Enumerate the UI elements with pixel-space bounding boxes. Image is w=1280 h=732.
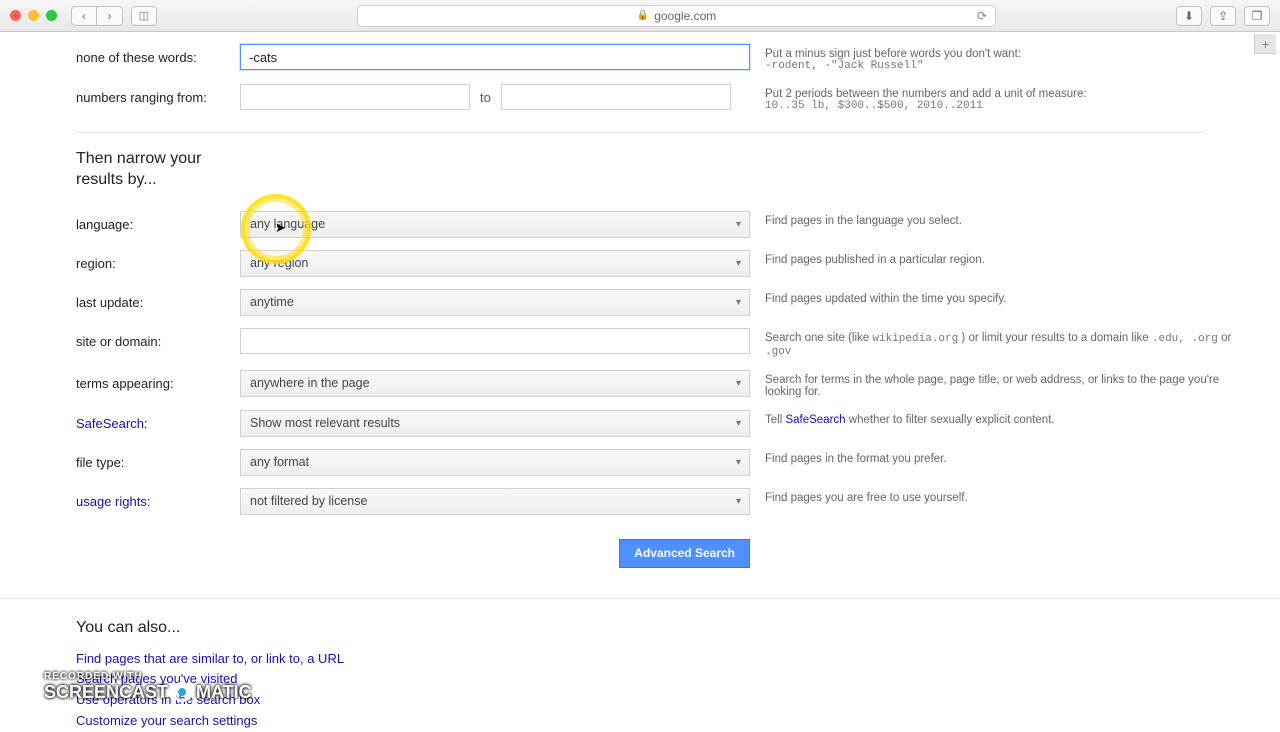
filetype-hint: Find pages in the format you prefer. [750, 449, 1280, 465]
safesearch-select[interactable]: Show most relevant results [240, 410, 750, 437]
share-button[interactable]: ⇪ [1210, 6, 1236, 26]
footer-title: You can also... [0, 598, 1280, 649]
region-select[interactable]: any region [240, 250, 750, 277]
chevron-right-icon: › [108, 9, 112, 23]
sidebar-toggle-button[interactable]: ◫ [131, 6, 157, 26]
language-hint: Find pages in the language you select. [750, 211, 1280, 227]
divider [76, 132, 1204, 133]
terms-hint: Search for terms in the whole page, page… [750, 370, 1280, 398]
footer-link-visited[interactable]: Search pages you've visited [76, 669, 1280, 690]
numbers-hint: Put 2 periods between the numbers and ad… [750, 84, 1280, 112]
footer-link-operators[interactable]: Use operators in the search box [76, 690, 1280, 711]
footer-link-customize[interactable]: Customize your search settings [76, 711, 1280, 732]
watermark: RECORDED WITH SCREENCAST MATIC [44, 672, 252, 703]
last-update-select[interactable]: anytime [240, 289, 750, 316]
new-tab-button[interactable]: + [1254, 34, 1276, 54]
forward-button[interactable]: › [97, 6, 123, 26]
none-words-input[interactable] [240, 44, 750, 70]
none-words-hint: Put a minus sign just before words you d… [750, 44, 1280, 72]
safesearch-hint: Tell SafeSearch whether to filter sexual… [750, 410, 1280, 426]
address-host: google.com [654, 9, 716, 23]
site-input[interactable] [240, 328, 750, 354]
filetype-select[interactable]: any format [240, 449, 750, 476]
browser-toolbar: ‹ › ◫ 🔒 google.com ⟳ ⬇ ⇪ ❐ [0, 0, 1280, 32]
site-hint: Search one site (like wikipedia.org ) or… [750, 328, 1280, 358]
last-update-label: last update: [0, 289, 240, 310]
usage-rights-select[interactable]: not filtered by license [240, 488, 750, 515]
window-controls [10, 10, 57, 21]
zoom-window-icon[interactable] [46, 10, 57, 21]
numbers-to-input[interactable] [501, 84, 731, 110]
narrow-title: Then narrow your results by... [0, 143, 240, 205]
last-update-hint: Find pages updated within the time you s… [750, 289, 1280, 305]
safesearch-label[interactable]: SafeSearch: [76, 416, 148, 431]
terms-select[interactable]: anywhere in the page [240, 370, 750, 397]
usage-rights-label[interactable]: usage rights: [76, 494, 150, 509]
downloads-button[interactable]: ⬇ [1176, 6, 1202, 26]
safesearch-link[interactable]: SafeSearch [785, 414, 845, 426]
address-bar[interactable]: 🔒 google.com ⟳ [357, 5, 996, 27]
minimize-window-icon[interactable] [28, 10, 39, 21]
none-words-label: none of these words: [0, 44, 240, 65]
close-window-icon[interactable] [10, 10, 21, 21]
language-label: language: [0, 211, 240, 232]
reload-icon[interactable]: ⟳ [977, 9, 987, 23]
lock-icon: 🔒 [637, 10, 649, 21]
numbers-from-input[interactable] [240, 84, 470, 110]
site-label: site or domain: [0, 328, 240, 349]
numbers-to-label: to [480, 90, 491, 105]
share-icon: ⇪ [1218, 9, 1228, 23]
chevron-left-icon: ‹ [82, 9, 86, 23]
tabs-icon: ❐ [1252, 9, 1263, 23]
terms-label: terms appearing: [0, 370, 240, 391]
page-content: none of these words: Put a minus sign ju… [0, 32, 1280, 732]
numbers-label: numbers ranging from: [0, 84, 240, 105]
tabs-button[interactable]: ❐ [1244, 6, 1270, 26]
region-label: region: [0, 250, 240, 271]
download-icon: ⬇ [1184, 9, 1194, 23]
filetype-label: file type: [0, 449, 240, 470]
back-button[interactable]: ‹ [71, 6, 97, 26]
region-hint: Find pages published in a particular reg… [750, 250, 1280, 266]
usage-rights-hint: Find pages you are free to use yourself. [750, 488, 1280, 504]
sidebar-icon: ◫ [139, 9, 149, 22]
footer-link-similar[interactable]: Find pages that are similar to, or link … [76, 649, 1280, 670]
language-select[interactable]: any language [240, 211, 750, 238]
advanced-search-button[interactable]: Advanced Search [619, 539, 750, 568]
